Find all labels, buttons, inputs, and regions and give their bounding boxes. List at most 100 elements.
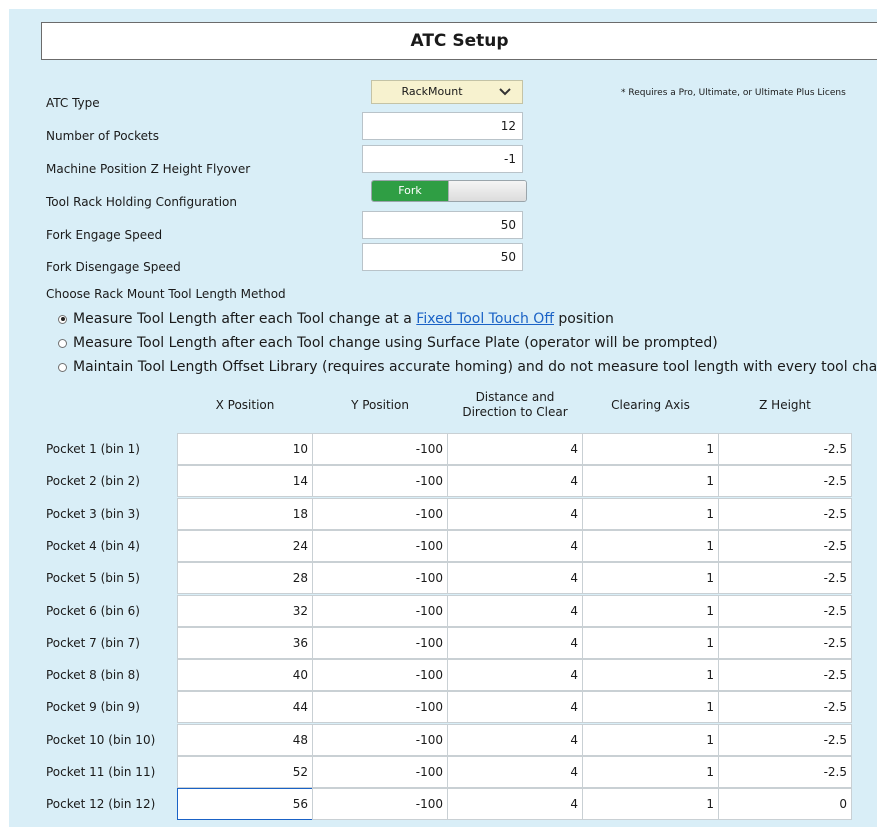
table-cell-x-position[interactable]: 44 — [177, 691, 313, 724]
table-cell-clear-distance[interactable]: 4 — [447, 756, 583, 788]
table-row-label: Pocket 9 (bin 9) — [46, 700, 140, 715]
pockets-input[interactable]: 12 — [362, 112, 523, 140]
table-cell-x-position[interactable]: 14 — [177, 465, 313, 498]
table-cell-clear-distance[interactable]: 4 — [447, 691, 583, 724]
flyover-label: Machine Position Z Height Flyover — [46, 162, 251, 176]
table-cell-x-position[interactable]: 28 — [177, 562, 313, 595]
disengage-label: Fork Disengage Speed — [46, 260, 181, 274]
table-cell-z-height[interactable]: 0 — [718, 788, 852, 821]
table-cell-y-position[interactable]: -100 — [312, 497, 448, 530]
holding-toggle-knob — [448, 181, 526, 201]
table-row-label: Pocket 10 (bin 10) — [46, 732, 156, 747]
table-cell-clearing-axis[interactable]: 1 — [582, 788, 719, 821]
fixed-touch-off-link[interactable]: Fixed Tool Touch Off — [416, 311, 554, 327]
radio-checked-icon[interactable] — [58, 314, 67, 324]
method-option-text: position — [558, 311, 614, 327]
column-header-x-position: X Position — [215, 398, 275, 412]
table-cell-clearing-axis[interactable]: 1 — [582, 756, 719, 788]
table-cell-clearing-axis[interactable]: 1 — [582, 691, 719, 724]
disengage-input[interactable]: 50 — [362, 243, 523, 271]
table-cell-y-position[interactable]: -100 — [312, 723, 448, 756]
page-title: ATC Setup — [41, 22, 877, 60]
table-cell-x-position[interactable]: 52 — [177, 756, 313, 788]
table-cell-y-position[interactable]: -100 — [312, 691, 448, 724]
table-cell-y-position[interactable]: -100 — [312, 562, 448, 595]
table-cell-clearing-axis[interactable]: 1 — [582, 626, 719, 659]
chevron-down-icon — [499, 88, 511, 96]
column-header-z-height: Z Height — [759, 398, 811, 412]
table-cell-z-height[interactable]: -2.5 — [718, 562, 852, 595]
method-option-library[interactable]: Maintain Tool Length Offset Library (req… — [58, 359, 877, 375]
method-option-fixed[interactable]: Measure Tool Length after each Tool chan… — [58, 311, 614, 327]
table-row-label: Pocket 4 (bin 4) — [46, 538, 140, 553]
table-row-label: Pocket 1 (bin 1) — [46, 442, 140, 456]
table-cell-x-position[interactable]: 56 — [177, 788, 313, 821]
table-cell-clear-distance[interactable]: 4 — [447, 723, 583, 756]
table-cell-y-position[interactable]: -100 — [312, 659, 448, 692]
method-option-surface-plate[interactable]: Measure Tool Length after each Tool chan… — [58, 335, 718, 351]
table-row-label: Pocket 8 (bin 8) — [46, 668, 140, 683]
table-cell-x-position[interactable]: 18 — [177, 497, 313, 530]
engage-input[interactable]: 50 — [362, 211, 523, 239]
table-cell-y-position[interactable]: -100 — [312, 433, 448, 465]
table-row-label: Pocket 3 (bin 3) — [46, 506, 140, 521]
method-label: Choose Rack Mount Tool Length Method — [46, 287, 286, 301]
table-row-label: Pocket 12 (bin 12) — [46, 797, 156, 812]
radio-icon[interactable] — [58, 338, 67, 348]
table-cell-z-height[interactable]: -2.5 — [718, 659, 852, 692]
atc-type-select[interactable]: RackMount — [371, 80, 523, 104]
table-cell-z-height[interactable]: -2.5 — [718, 626, 852, 659]
table-cell-y-position[interactable]: -100 — [312, 594, 448, 627]
atc-type-label: ATC Type — [46, 96, 100, 110]
table-cell-clear-distance[interactable]: 4 — [447, 529, 583, 562]
table-row-label: Pocket 6 (bin 6) — [46, 603, 140, 618]
table-cell-clear-distance[interactable]: 4 — [447, 497, 583, 530]
table-cell-y-position[interactable]: -100 — [312, 529, 448, 562]
column-header-clearing-axis: Clearing Axis — [611, 398, 690, 412]
table-cell-clear-distance[interactable]: 4 — [447, 626, 583, 659]
table-cell-clear-distance[interactable]: 4 — [447, 562, 583, 595]
table-cell-z-height[interactable]: -2.5 — [718, 465, 852, 498]
table-cell-z-height[interactable]: -2.5 — [718, 756, 852, 788]
table-cell-clearing-axis[interactable]: 1 — [582, 594, 719, 627]
table-cell-clearing-axis[interactable]: 1 — [582, 659, 719, 692]
atc-setup-panel: ATC Setup ATC Type RackMount * Requires … — [9, 9, 877, 827]
table-row-label: Pocket 11 (bin 11) — [46, 765, 156, 779]
table-cell-x-position[interactable]: 24 — [177, 529, 313, 562]
table-cell-x-position[interactable]: 36 — [177, 626, 313, 659]
table-cell-clear-distance[interactable]: 4 — [447, 788, 583, 821]
table-cell-y-position[interactable]: -100 — [312, 465, 448, 498]
pockets-label: Number of Pockets — [46, 129, 160, 143]
table-cell-clear-distance[interactable]: 4 — [447, 594, 583, 627]
table-cell-z-height[interactable]: -2.5 — [718, 723, 852, 756]
column-header-y-position: Y Position — [351, 398, 409, 412]
table-cell-clear-distance[interactable]: 4 — [447, 465, 583, 498]
table-cell-z-height[interactable]: -2.5 — [718, 497, 852, 530]
holding-toggle[interactable]: Fork — [371, 180, 527, 202]
table-cell-clearing-axis[interactable]: 1 — [582, 562, 719, 595]
table-cell-z-height[interactable]: -2.5 — [718, 594, 852, 627]
flyover-input[interactable]: -1 — [362, 145, 523, 173]
table-cell-y-position[interactable]: -100 — [312, 788, 448, 821]
holding-label: Tool Rack Holding Configuration — [46, 195, 237, 209]
table-cell-clearing-axis[interactable]: 1 — [582, 465, 719, 498]
table-cell-x-position[interactable]: 10 — [177, 433, 313, 465]
table-cell-clearing-axis[interactable]: 1 — [582, 529, 719, 562]
table-cell-x-position[interactable]: 40 — [177, 659, 313, 692]
table-cell-clear-distance[interactable]: 4 — [447, 659, 583, 692]
table-cell-clearing-axis[interactable]: 1 — [582, 433, 719, 465]
table-cell-clearing-axis[interactable]: 1 — [582, 497, 719, 530]
table-cell-clearing-axis[interactable]: 1 — [582, 723, 719, 756]
table-cell-z-height[interactable]: -2.5 — [718, 433, 852, 465]
column-header-clear-distance: Distance and Direction to Clear — [462, 390, 568, 419]
table-cell-x-position[interactable]: 48 — [177, 723, 313, 756]
method-option-text: Maintain Tool Length Offset Library (req… — [73, 359, 877, 375]
method-option-text: Measure Tool Length after each Tool chan… — [73, 311, 412, 327]
table-cell-y-position[interactable]: -100 — [312, 626, 448, 659]
radio-icon[interactable] — [58, 362, 67, 372]
table-cell-z-height[interactable]: -2.5 — [718, 529, 852, 562]
table-cell-x-position[interactable]: 32 — [177, 594, 313, 627]
table-cell-clear-distance[interactable]: 4 — [447, 433, 583, 465]
table-cell-y-position[interactable]: -100 — [312, 756, 448, 788]
table-cell-z-height[interactable]: -2.5 — [718, 691, 852, 724]
